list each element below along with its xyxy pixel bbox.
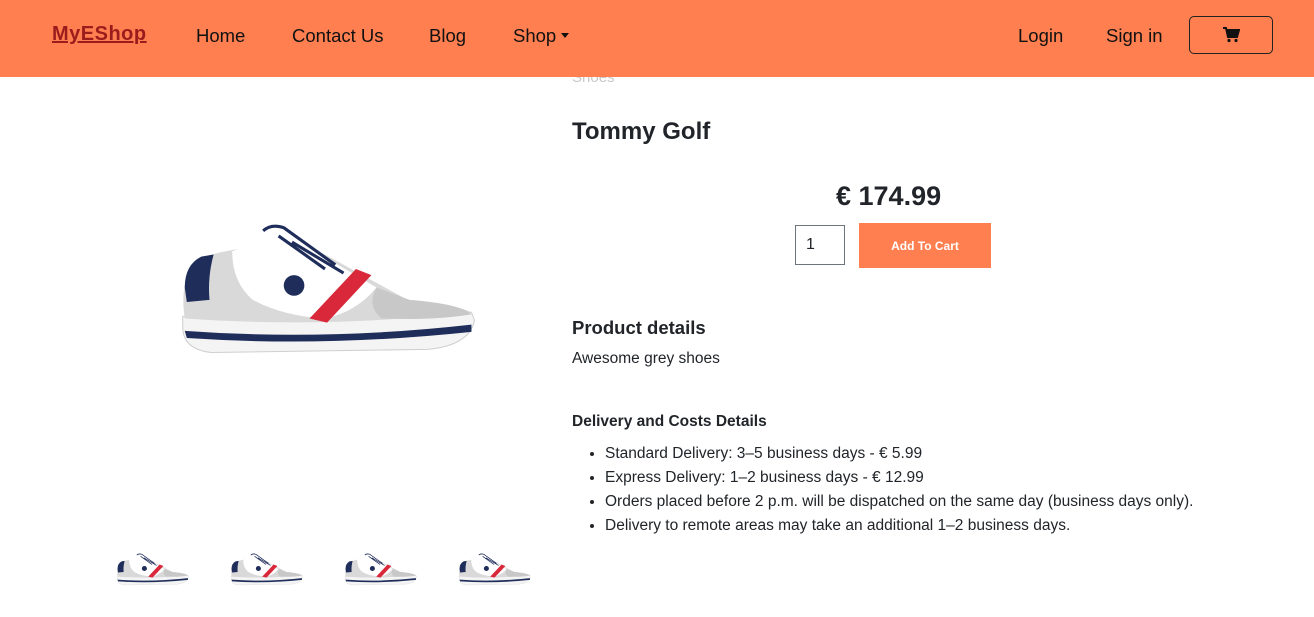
nav-dropdown-shop[interactable]: Shop <box>513 25 570 47</box>
delivery-list: Standard Delivery: 3–5 business days - €… <box>605 445 1193 541</box>
nav-dropdown-shop-label: Shop <box>513 25 557 46</box>
product-thumbnail-4[interactable] <box>456 543 532 595</box>
product-description: Awesome grey shoes <box>572 350 720 367</box>
product-price: € 174.99 <box>836 181 942 211</box>
delivery-item: Express Delivery: 1–2 business days - € … <box>605 469 1193 493</box>
delivery-item: Delivery to remote areas may take an add… <box>605 517 1193 541</box>
product-thumbnail-3[interactable] <box>342 543 418 595</box>
shopping-cart-icon <box>1223 27 1240 43</box>
nav-link-blog[interactable]: Blog <box>429 25 466 47</box>
add-to-cart-button[interactable]: Add To Cart <box>859 223 991 268</box>
brand-logo-link[interactable]: MyEShop <box>52 23 147 46</box>
top-navbar: MyEShop Home Contact Us Blog Shop Login … <box>0 0 1314 77</box>
product-title: Tommy Golf <box>572 118 711 145</box>
cart-button[interactable] <box>1189 16 1273 54</box>
nav-link-contact[interactable]: Contact Us <box>292 25 384 47</box>
signin-link[interactable]: Sign in <box>1106 25 1163 47</box>
quantity-input[interactable] <box>795 225 845 265</box>
product-thumbnail-2[interactable] <box>228 543 304 595</box>
delivery-item: Orders placed before 2 p.m. will be disp… <box>605 493 1193 517</box>
product-details-heading: Product details <box>572 317 706 338</box>
nav-link-home[interactable]: Home <box>196 25 245 47</box>
product-thumbnail-1[interactable] <box>114 543 190 595</box>
delivery-heading: Delivery and Costs Details <box>572 413 767 430</box>
caret-down-icon <box>561 33 570 38</box>
login-link[interactable]: Login <box>1018 25 1063 47</box>
product-main-image <box>165 80 495 515</box>
delivery-item: Standard Delivery: 3–5 business days - €… <box>605 445 1193 469</box>
